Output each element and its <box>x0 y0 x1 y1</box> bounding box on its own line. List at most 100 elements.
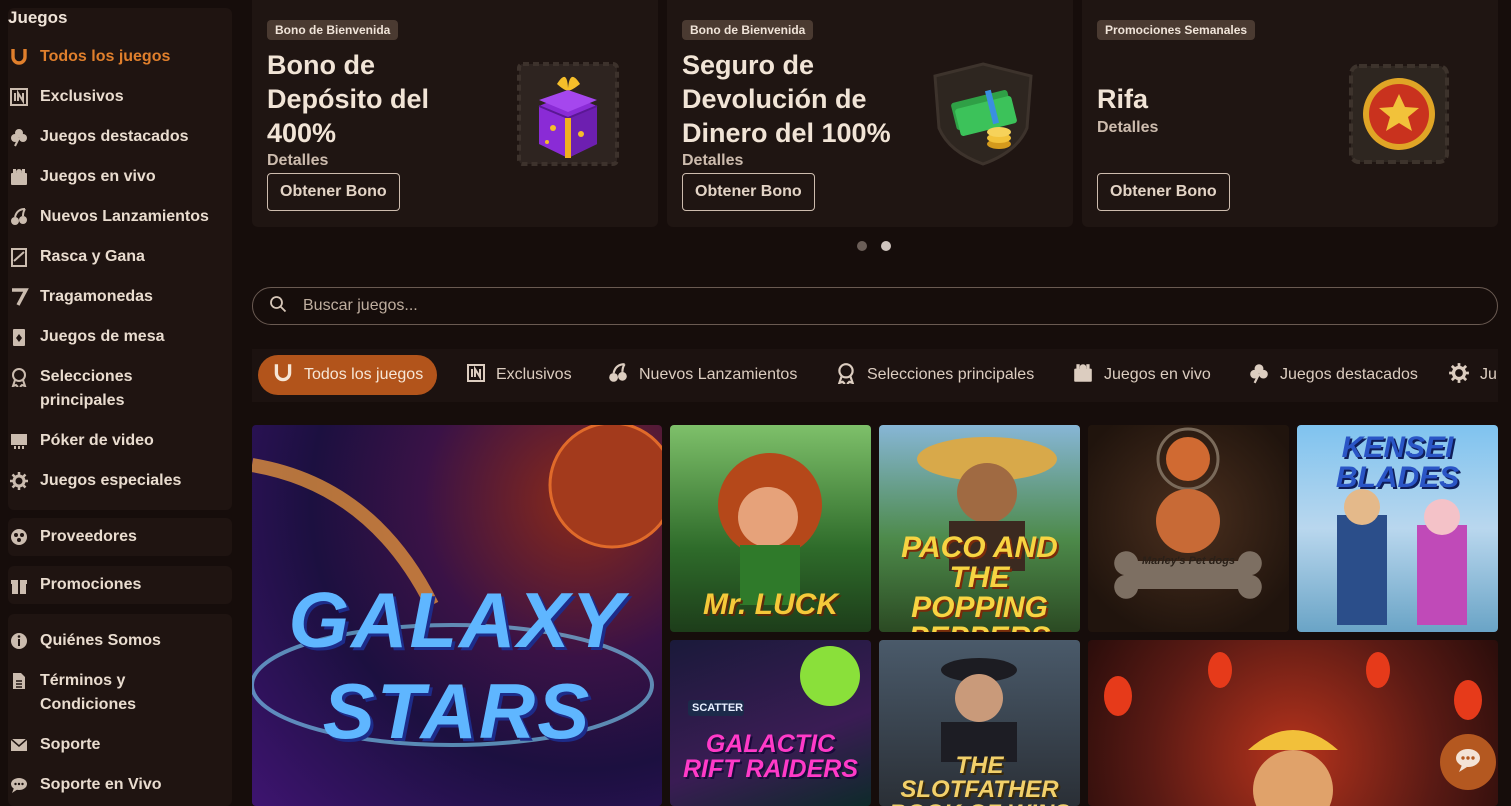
category-all-games[interactable]: Todos los juegos <box>258 355 438 395</box>
sidebar-item-live-support[interactable]: Soporte en Vivo <box>8 773 218 797</box>
game-tile-mr-luck[interactable]: Mr. LUCK <box>670 425 871 632</box>
sidebar-item-label: Exclusivos <box>40 88 124 105</box>
fortune-art <box>1104 652 1482 806</box>
mail-icon <box>8 733 30 757</box>
game-title: KENSEI BLADES <box>1335 431 1460 494</box>
sidebar-item-label: Juegos especiales <box>40 472 182 489</box>
sidebar-item-label: Términos y Condiciones <box>40 672 137 713</box>
carousel-dot-2[interactable] <box>881 241 891 251</box>
star-coin-icon <box>1347 62 1451 171</box>
clover-icon <box>8 125 30 149</box>
info-icon <box>8 629 30 653</box>
sidebar-item-featured[interactable]: Juegos destacados <box>8 125 218 149</box>
category-label: Juegos en vivo <box>1104 366 1211 383</box>
sidebar-item-label: Juegos destacados <box>40 128 189 145</box>
promo-card-raffle: Promociones Semanales Rifa Detalles Obte… <box>1082 0 1498 227</box>
exclusive-icon <box>8 85 30 109</box>
sidebar-item-label: Póker de video <box>40 432 154 449</box>
sidebar-item-new[interactable]: Nuevos Lanzamientos <box>8 205 218 229</box>
game-tile-the-slotfather[interactable]: THE SLOTFATHER BOOK OF WINS <box>879 640 1080 806</box>
sidebar-heading: Juegos <box>8 8 68 27</box>
sidebar: Juegos Todos los juegos Exclusivos Juego… <box>0 0 240 806</box>
sidebar-item-providers[interactable]: Proveedores <box>8 525 218 549</box>
category-new-releases[interactable]: Nuevos Lanzamientos <box>593 355 811 395</box>
sidebar-item-scratch[interactable]: Rasca y Gana <box>8 245 218 269</box>
promo-card-cashback: Bono de Bienvenida Seguro de Devolución … <box>667 0 1073 227</box>
gear-icon <box>1448 362 1470 389</box>
game-title: GALAXY STARS <box>288 576 626 755</box>
casino-page: Juegos Todos los juegos Exclusivos Juego… <box>0 0 1511 806</box>
game-tile-galaxy-stars[interactable]: GALAXY STARS <box>252 425 662 806</box>
category-label: Ju <box>1480 366 1497 383</box>
category-exclusives[interactable]: Exclusivos <box>452 355 586 395</box>
get-bonus-button[interactable]: Obtener Bono <box>682 173 815 211</box>
category-label: Juegos destacados <box>1280 366 1418 383</box>
award-icon <box>835 362 857 389</box>
sidebar-item-terms[interactable]: Términos y Condiciones <box>8 669 218 717</box>
scatter-badge: SCATTER <box>692 702 744 714</box>
carousel-dot-1[interactable] <box>857 241 867 251</box>
category-featured[interactable]: Juegos destacados <box>1234 355 1432 395</box>
seven-icon <box>8 285 30 309</box>
game-title: GALACTIC RIFT RAIDERS <box>683 730 858 783</box>
promo-details-link[interactable]: Detalles <box>682 152 743 170</box>
sidebar-item-live[interactable]: Juegos en vivo <box>8 165 218 189</box>
search-bar <box>252 287 1498 325</box>
category-live[interactable]: Juegos en vivo <box>1058 355 1225 395</box>
award-icon <box>8 365 30 389</box>
cherries-icon <box>8 205 30 229</box>
live-chat-button[interactable] <box>1440 734 1496 790</box>
promo-details-link[interactable]: Detalles <box>267 152 328 170</box>
providers-icon <box>8 525 30 549</box>
exclusive-icon <box>466 363 486 388</box>
category-label: Selecciones principales <box>867 366 1035 383</box>
game-tile-marleys-pet-dogs[interactable]: Marley's Pet dogs <box>1088 425 1289 632</box>
search-input[interactable] <box>303 297 1453 315</box>
game-title: Mr. LUCK <box>703 588 838 621</box>
gear-icon <box>8 469 30 493</box>
cherries-icon <box>607 362 629 389</box>
clover-icon <box>1248 362 1270 389</box>
playing-card-icon <box>8 325 30 349</box>
sidebar-item-specialty[interactable]: Juegos especiales <box>8 469 218 493</box>
sidebar-item-support[interactable]: Soporte <box>8 733 218 757</box>
sidebar-item-exclusives[interactable]: Exclusivos <box>8 85 218 109</box>
sidebar-item-table-games[interactable]: Juegos de mesa <box>8 325 218 349</box>
get-bonus-button[interactable]: Obtener Bono <box>267 173 400 211</box>
sidebar-item-label: Tragamonedas <box>40 288 153 305</box>
promo-details-link[interactable]: Detalles <box>1097 119 1158 137</box>
game-tile-fortune[interactable] <box>1088 640 1498 806</box>
category-label: Nuevos Lanzamientos <box>639 366 798 383</box>
sidebar-item-label: Juegos en vivo <box>40 168 156 185</box>
game-tile-galactic-rift-raiders[interactable]: SCATTER GALACTIC RIFT RAIDERS <box>670 640 871 806</box>
sidebar-item-video-poker[interactable]: Póker de video <box>8 429 218 453</box>
sidebar-item-slots[interactable]: Tragamonedas <box>8 285 218 309</box>
category-label: Exclusivos <box>496 366 572 383</box>
game-tile-paco[interactable]: PACO AND THE POPPING PEPPERS <box>879 425 1080 632</box>
sidebar-item-about[interactable]: Quiénes Somos <box>8 629 218 653</box>
sidebar-item-all-games[interactable]: Todos los juegos <box>8 45 218 69</box>
sidebar-item-label: Soporte en Vivo <box>40 776 162 793</box>
category-specialty[interactable]: Ju <box>1434 355 1498 395</box>
sidebar-item-label: Promociones <box>40 576 142 593</box>
promo-card-deposit-bonus: Bono de Bienvenida Bono de Depósito del … <box>252 0 658 227</box>
horseshoe-icon <box>272 362 294 389</box>
sidebar-item-top-picks[interactable]: Selecciones principales <box>8 365 218 413</box>
search-icon <box>269 295 287 318</box>
horseshoe-icon <box>8 45 30 69</box>
sidebar-item-label: Todos los juegos <box>40 48 171 65</box>
game-title: Marley's Pet dogs <box>1141 555 1236 567</box>
get-bonus-button[interactable]: Obtener Bono <box>1097 173 1230 211</box>
chat-icon <box>1454 747 1482 778</box>
sidebar-item-label: Nuevos Lanzamientos <box>40 208 209 225</box>
category-top-picks[interactable]: Selecciones principales <box>821 355 1048 395</box>
promo-title: Seguro de Devolución de Dinero del 100% <box>682 50 891 148</box>
sidebar-item-label: Juegos de mesa <box>40 328 165 345</box>
promo-tag: Bono de Bienvenida <box>682 20 814 40</box>
sidebar-item-promotions[interactable]: Promociones <box>8 573 218 597</box>
carousel-dots <box>857 241 891 251</box>
gift-box-icon <box>517 62 619 171</box>
game-tile-kensei-blades[interactable]: KENSEI BLADES <box>1297 425 1498 632</box>
category-bar: Todos los juegos Exclusivos Nuevos Lanza… <box>252 349 1498 402</box>
game-title: PACO AND THE POPPING PEPPERS <box>901 531 1058 633</box>
